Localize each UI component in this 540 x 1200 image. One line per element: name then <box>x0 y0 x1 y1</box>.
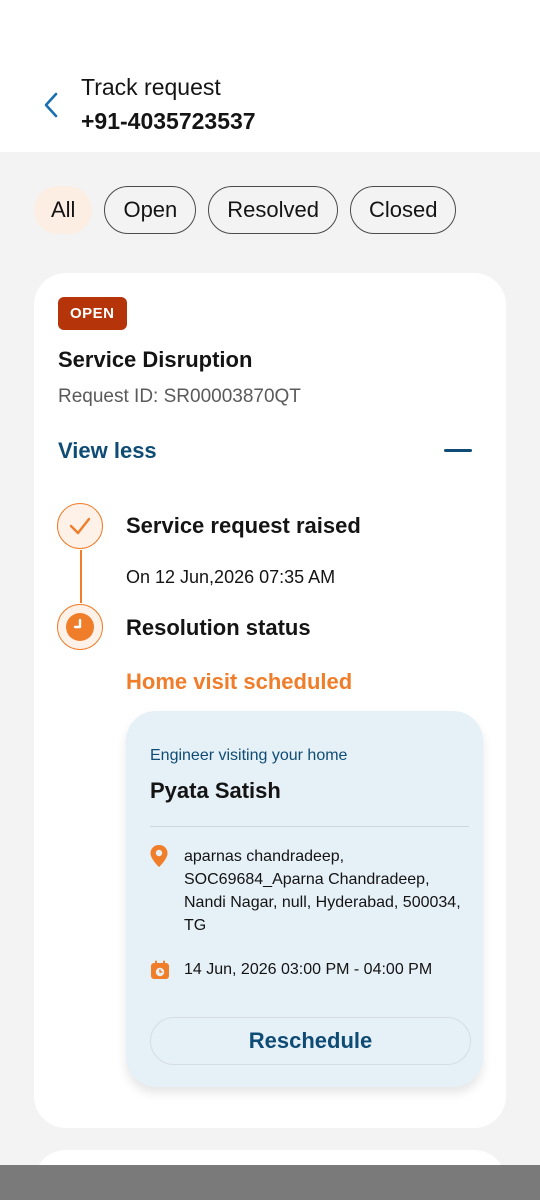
location-pin-icon <box>150 845 168 867</box>
filter-chip-closed[interactable]: Closed <box>350 186 457 234</box>
phone-number: +91-4035723537 <box>81 108 256 134</box>
engineer-name: Pyata Satish <box>150 778 281 803</box>
filter-chips: All Open Resolved Closed <box>34 186 457 234</box>
chevron-left-icon <box>44 92 58 118</box>
visit-address: aparnas chandradeep, SOC69684_Aparna Cha… <box>184 848 461 934</box>
check-icon <box>69 517 91 535</box>
engineer-visit-card: Engineer visiting your home Pyata Satish… <box>126 711 483 1087</box>
back-button[interactable] <box>38 92 64 118</box>
timeline-step-date: On 12 Jun,2026 07:35 AM <box>126 567 336 587</box>
timeline-step-resolution <box>57 604 103 650</box>
request-card: OPEN Service Disruption Request ID: SR00… <box>34 273 506 1128</box>
filter-chip-open[interactable]: Open <box>104 186 197 234</box>
timeline-step-title: Service request raised <box>126 513 361 538</box>
view-less-link[interactable]: View less <box>58 438 157 464</box>
request-id: Request ID: SR00003870QT <box>58 386 301 407</box>
filter-chip-resolved[interactable]: Resolved <box>208 186 338 234</box>
timeline-connector <box>80 550 82 603</box>
visit-time: 14 Jun, 2026 03:00 PM - 04:00 PM <box>184 961 433 978</box>
resolution-status-text: Home visit scheduled <box>126 669 353 694</box>
system-navigation-bar <box>0 1165 540 1200</box>
timeline-step-raised <box>57 503 103 549</box>
page-title: Track request <box>81 74 221 100</box>
minus-icon[interactable] <box>444 449 472 452</box>
filter-chip-all[interactable]: All <box>34 186 93 234</box>
divider <box>150 826 469 827</box>
app-header: Track request +91-4035723537 <box>0 0 540 152</box>
visit-label: Engineer visiting your home <box>150 747 348 764</box>
status-badge: OPEN <box>58 297 127 330</box>
clock-icon <box>66 613 94 641</box>
calendar-clock-icon <box>151 960 169 979</box>
request-title: Service Disruption <box>58 347 253 372</box>
reschedule-button[interactable]: Reschedule <box>150 1017 471 1065</box>
timeline-step-title: Resolution status <box>126 615 311 640</box>
